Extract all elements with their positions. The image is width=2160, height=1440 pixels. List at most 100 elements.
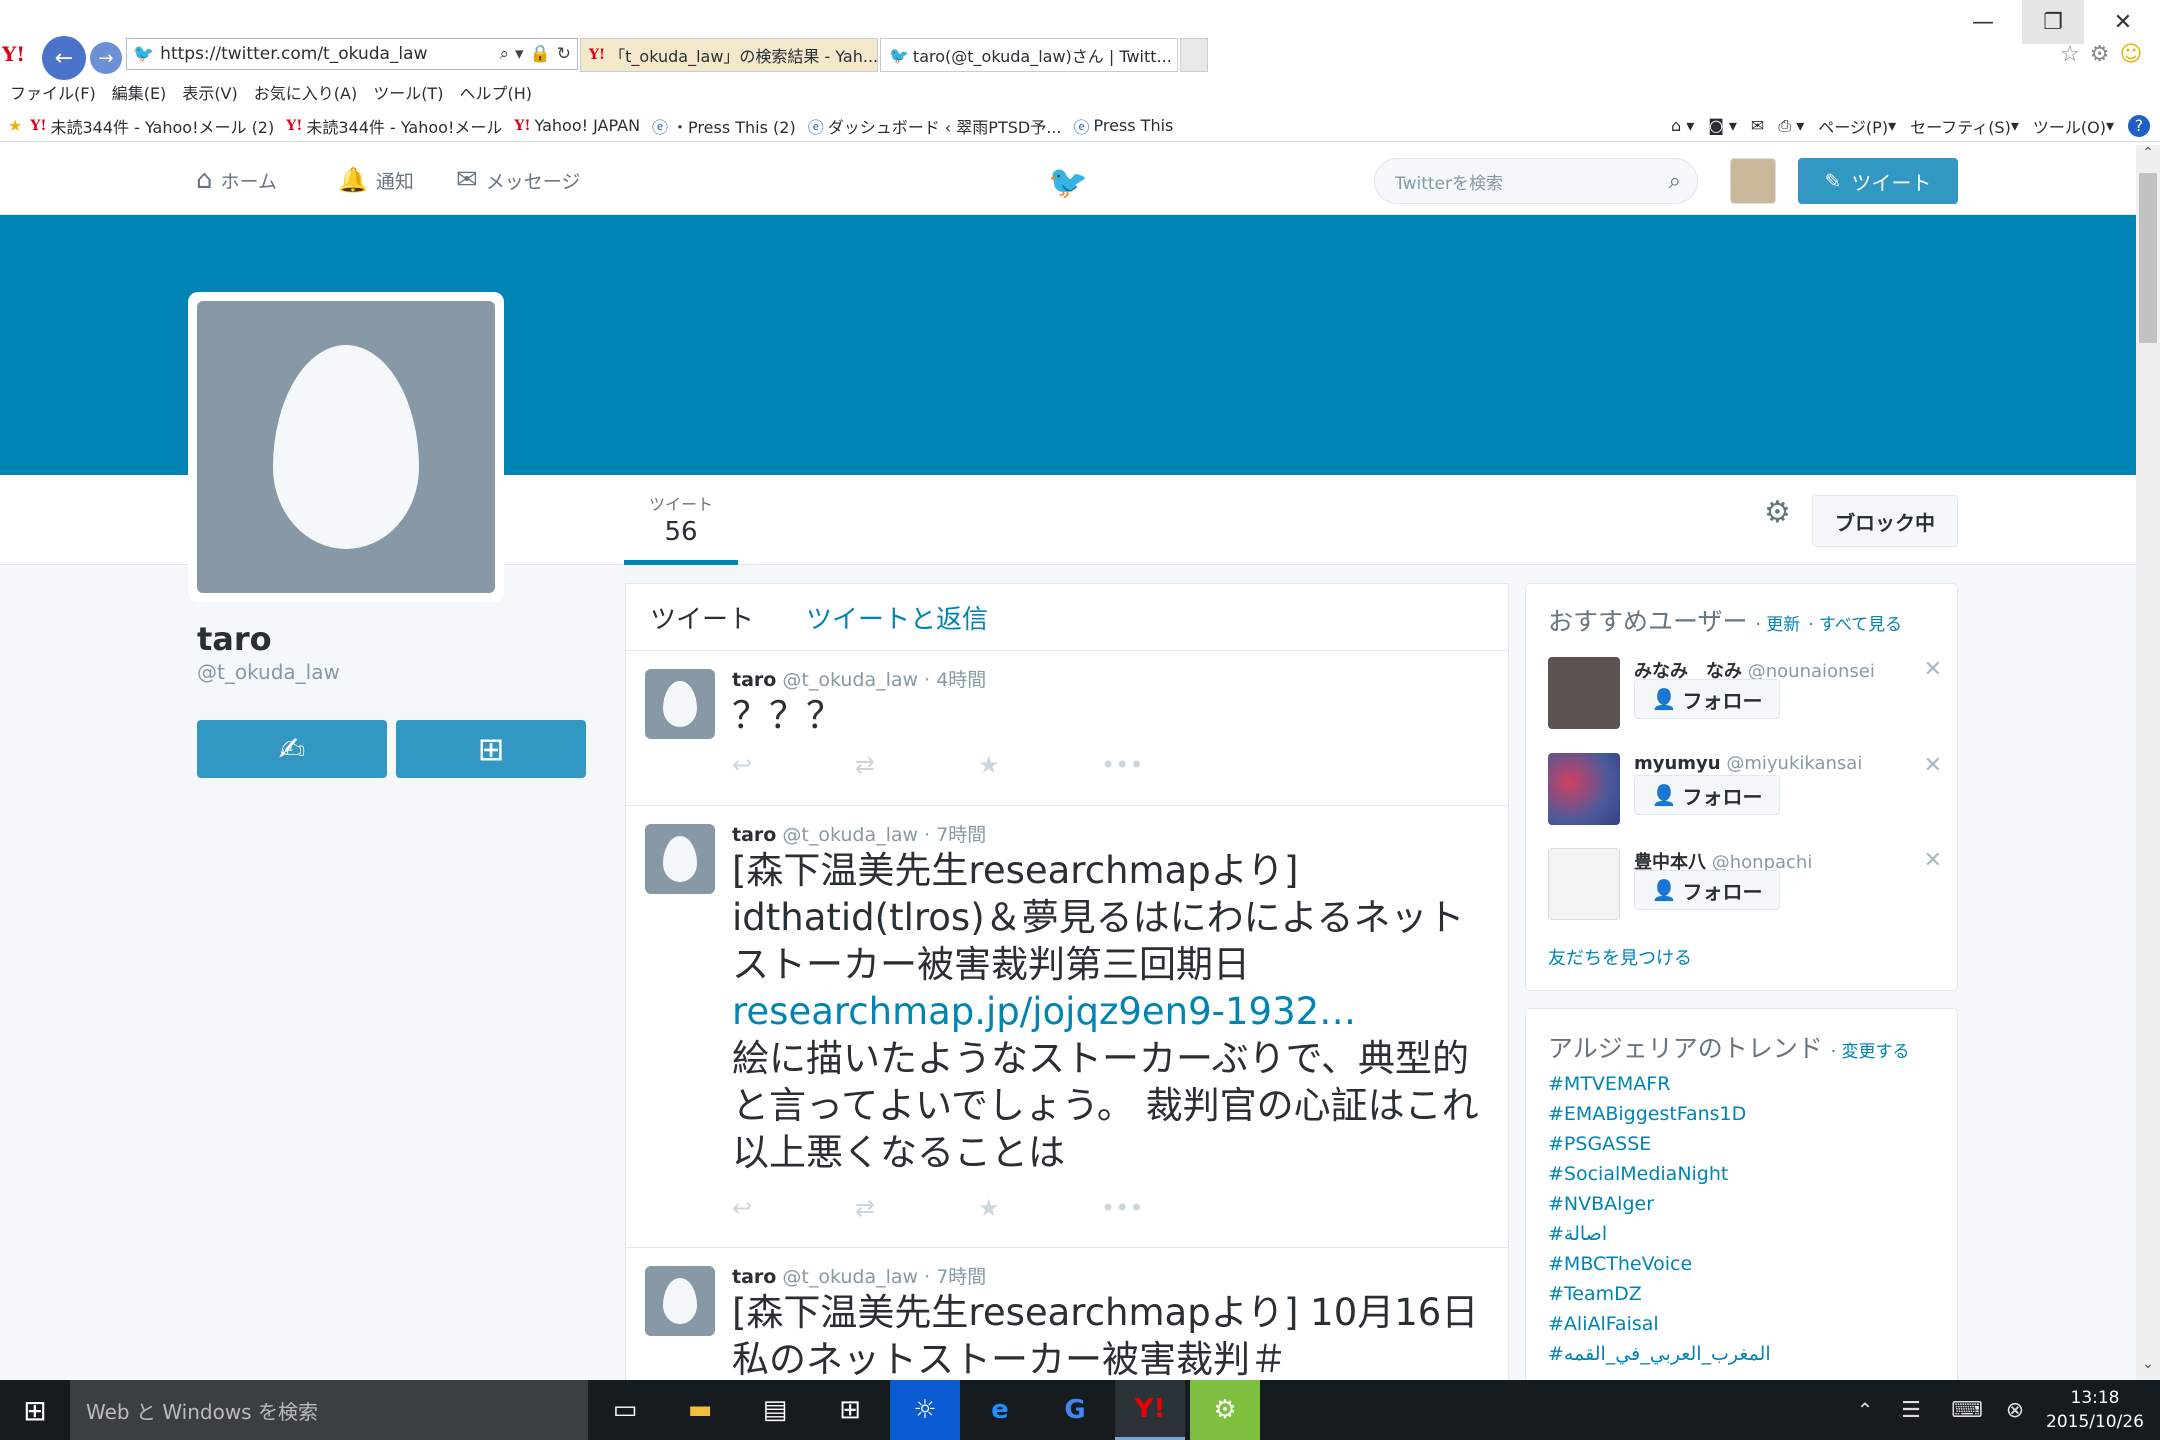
tweet-item[interactable]: taro @t_okuda_law · 7時間 [森下温美先生researchm… [626,805,1508,1247]
edge-browser-icon[interactable]: e [965,1380,1035,1440]
menu-view[interactable]: 表示(V) [182,80,237,104]
tweet-avatar[interactable] [645,669,715,739]
reader-app-icon[interactable]: ▤ [740,1380,810,1440]
message-button[interactable]: ⊞ [396,720,586,778]
menu-tools[interactable]: ツール(T) [373,80,443,104]
smiley-icon[interactable]: ☺ [2119,42,2142,67]
search-input[interactable]: Twitterを検索 ⌕ [1374,158,1698,204]
dismiss-icon[interactable]: ✕ [1924,657,1942,682]
safety-menu[interactable]: セーフティ(S) ▾ [1910,114,2019,138]
refresh-link[interactable]: · 更新 [1755,615,1800,635]
favorites-star-icon[interactable]: ☆ [2060,42,2080,67]
mail-icon[interactable]: ✉ [1751,116,1764,135]
fav-press-this-2[interactable]: ⓔ ・Press This (2) [652,114,796,138]
trend-item[interactable]: #PSGASSE [1548,1129,1938,1159]
tweet-author-handle[interactable]: @t_okuda_law [782,669,918,691]
tweet-time[interactable]: · 7時間 [924,1266,986,1288]
fav-yahoo-mail-2[interactable]: Y! 未読344件 - Yahoo!メール [286,114,502,138]
profile-name[interactable]: taro [197,620,272,658]
rss-feed-icon[interactable]: ◙ ▾ [1708,116,1737,135]
favorite-star-icon[interactable]: ★ [978,751,1101,779]
restore-button[interactable]: ❐ [2022,0,2084,44]
new-tab-button[interactable] [1180,38,1208,72]
trend-item[interactable]: #المغرب_العربي_في_القمه [1548,1339,1938,1369]
search-icon[interactable]: ⌕ [1669,169,1681,194]
tweet-author-name[interactable]: taro [732,1266,776,1288]
home-icon[interactable]: ⌂ ▾ [1671,116,1694,135]
minimize-button[interactable]: — [1952,0,2014,44]
more-icon[interactable]: ••• [1101,751,1224,779]
tweet-item[interactable]: taro @t_okuda_law · 4時間 ？？？ ↩ ⇄ ★ ••• [626,650,1508,805]
tweet-author-name[interactable]: taro [732,824,776,846]
tweet-time[interactable]: · 7時間 [924,824,986,846]
search-icon[interactable]: ⌕ [500,44,510,64]
fav-press-this[interactable]: ⓔ Press This [1073,114,1173,138]
scroll-thumb[interactable] [2139,173,2157,343]
close-window-button[interactable]: ✕ [2092,0,2154,44]
more-icon[interactable]: ••• [1101,1194,1224,1222]
tab-tweets[interactable]: ツイート [650,599,754,636]
file-explorer-icon[interactable]: ▬ [665,1380,735,1440]
tweet-author-handle[interactable]: @t_okuda_law [782,824,918,846]
windows-start-icon[interactable]: ⊞ [0,1380,70,1440]
forward-button[interactable]: → [90,42,122,74]
dropdown-icon[interactable]: ▾ [515,44,524,64]
weather-app-icon[interactable]: ☼ [890,1380,960,1440]
fav-yahoo-japan[interactable]: Y! Yahoo! JAPAN [514,116,640,135]
dismiss-icon[interactable]: ✕ [1924,753,1942,778]
blocked-button[interactable]: ブロック中 [1812,495,1958,547]
trend-item[interactable]: #MTVEMAFR [1548,1069,1938,1099]
store-icon[interactable]: ⊞ [815,1380,885,1440]
page-menu[interactable]: ページ(P) ▾ [1818,114,1896,138]
address-bar[interactable]: 🐦 https://twitter.com/t_okuda_law ⌕ ▾ 🔒 … [126,38,578,70]
retweet-icon[interactable]: ⇄ [855,1194,978,1222]
menu-favorites[interactable]: お気に入り(A) [254,80,357,104]
fav-dashboard[interactable]: ⓔ ダッシュボード ‹ 翠雨PTSD予... [808,114,1062,138]
follow-button[interactable]: 👤 フォロー [1634,679,1780,719]
suggested-user-avatar[interactable] [1548,657,1620,729]
google-chrome-icon[interactable]: G [1040,1380,1110,1440]
tweet-link[interactable]: researchmap.jp/jojqz9en9-1932… [732,988,1492,1035]
change-trends-link[interactable]: · 変更する [1831,1042,1910,1062]
stat-tweets[interactable]: ツイート 56 [624,475,738,565]
find-friends-link[interactable]: 友だちを見つける [1548,944,1692,970]
profile-avatar[interactable] [188,292,504,602]
nav-notifications[interactable]: 🔔 通知 [338,145,414,215]
tweet-to-button[interactable]: ✍ [197,720,387,778]
menu-edit[interactable]: 編集(E) [112,80,167,104]
follow-button[interactable]: 👤 フォロー [1634,870,1780,910]
account-avatar[interactable] [1730,158,1776,204]
help-icon[interactable]: ? [2128,114,2150,137]
fav-yahoo-mail-1[interactable]: Y! 未読344件 - Yahoo!メール (2) [30,114,274,138]
scroll-down-arrow-icon[interactable]: ⌄ [2136,1356,2160,1380]
tab-yahoo-search[interactable]: Y! 「t_okuda_law」の検索結果 - Yah... [580,38,878,72]
refresh-icon[interactable]: ↻ [557,44,571,64]
menu-file[interactable]: ファイル(F) [10,80,96,104]
tab-twitter-profile[interactable]: 🐦 taro(@t_okuda_law)さん | Twitt... ✕ [880,38,1178,72]
suggested-user-avatar[interactable] [1548,753,1620,825]
vertical-scrollbar[interactable]: ⌃ ⌄ [2136,145,2160,1380]
tweet-avatar[interactable] [645,824,715,894]
twitter-logo-icon[interactable]: 🐦 [1048,163,1088,201]
reply-icon[interactable]: ↩ [732,751,855,779]
tweet-time[interactable]: · 4時間 [924,669,986,691]
tools-menu[interactable]: ツール(O) ▾ [2033,114,2114,138]
trend-item[interactable]: #SocialMediaNight [1548,1159,1938,1189]
favorite-star-icon[interactable]: ★ [978,1194,1101,1222]
clock[interactable]: 13:18 2015/10/26 [2040,1386,2150,1434]
reply-icon[interactable]: ↩ [732,1194,855,1222]
trend-item[interactable]: #MBCTheVoice [1548,1249,1938,1279]
retweet-icon[interactable]: ⇄ [855,751,978,779]
nav-messages[interactable]: ✉ メッセージ [456,145,580,215]
dismiss-icon[interactable]: ✕ [1924,848,1942,873]
nav-home[interactable]: ⌂ ホーム [196,145,277,215]
print-icon[interactable]: ⎙ ▾ [1778,116,1804,136]
back-button[interactable]: ← [42,36,86,80]
trend-item[interactable]: #اصالة [1548,1219,1938,1249]
tab-tweets-replies[interactable]: ツイートと返信 [806,599,988,636]
tweet-avatar[interactable] [645,1266,715,1336]
suggested-user-name[interactable]: myumyu @miyukikansai [1634,753,1862,774]
trend-item[interactable]: #AliAlFaisal [1548,1309,1938,1339]
suggested-user-avatar[interactable] [1548,848,1620,920]
taskbar-search-box[interactable]: Web と Windows を検索 [70,1380,588,1440]
